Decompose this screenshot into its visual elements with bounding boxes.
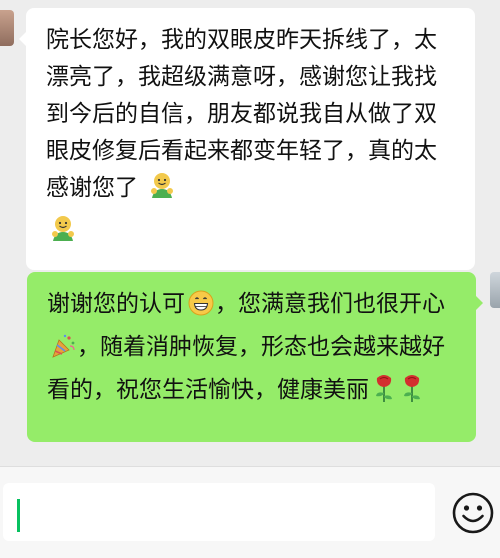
text-caret xyxy=(17,499,20,532)
message-input[interactable] xyxy=(3,483,435,541)
outgoing-message-text-part-2: ，您满意我们也很开心 xyxy=(215,291,445,317)
sender-avatar[interactable] xyxy=(0,10,14,46)
outgoing-message-bubble[interactable]: 谢谢您的认可 ，您满意我们也很开心 ，随着消肿恢复，形态也会越来越好看的，祝您生… xyxy=(27,272,483,442)
smiling-figure-emoji-icon xyxy=(48,214,78,256)
incoming-message-text: 院长您好，我的双眼皮昨天拆线了，太漂亮了，我超级满意呀，感谢您让我找到今后的自信… xyxy=(46,27,437,201)
incoming-message-bubble[interactable]: 院长您好，我的双眼皮昨天拆线了，太漂亮了，我超级满意呀，感谢您让我找到今后的自信… xyxy=(19,8,475,270)
grin-emoji-icon xyxy=(187,289,215,329)
rose-emoji-icon xyxy=(399,373,425,415)
smiley-face-icon[interactable] xyxy=(451,491,495,535)
party-popper-emoji-icon xyxy=(49,332,77,372)
smiling-figure-emoji-icon xyxy=(147,171,177,213)
rose-emoji-icon xyxy=(371,373,397,415)
my-avatar[interactable] xyxy=(490,272,500,308)
outgoing-message-text-part-1: 谢谢您的认可 xyxy=(47,291,185,317)
chat-input-bar xyxy=(0,466,500,558)
